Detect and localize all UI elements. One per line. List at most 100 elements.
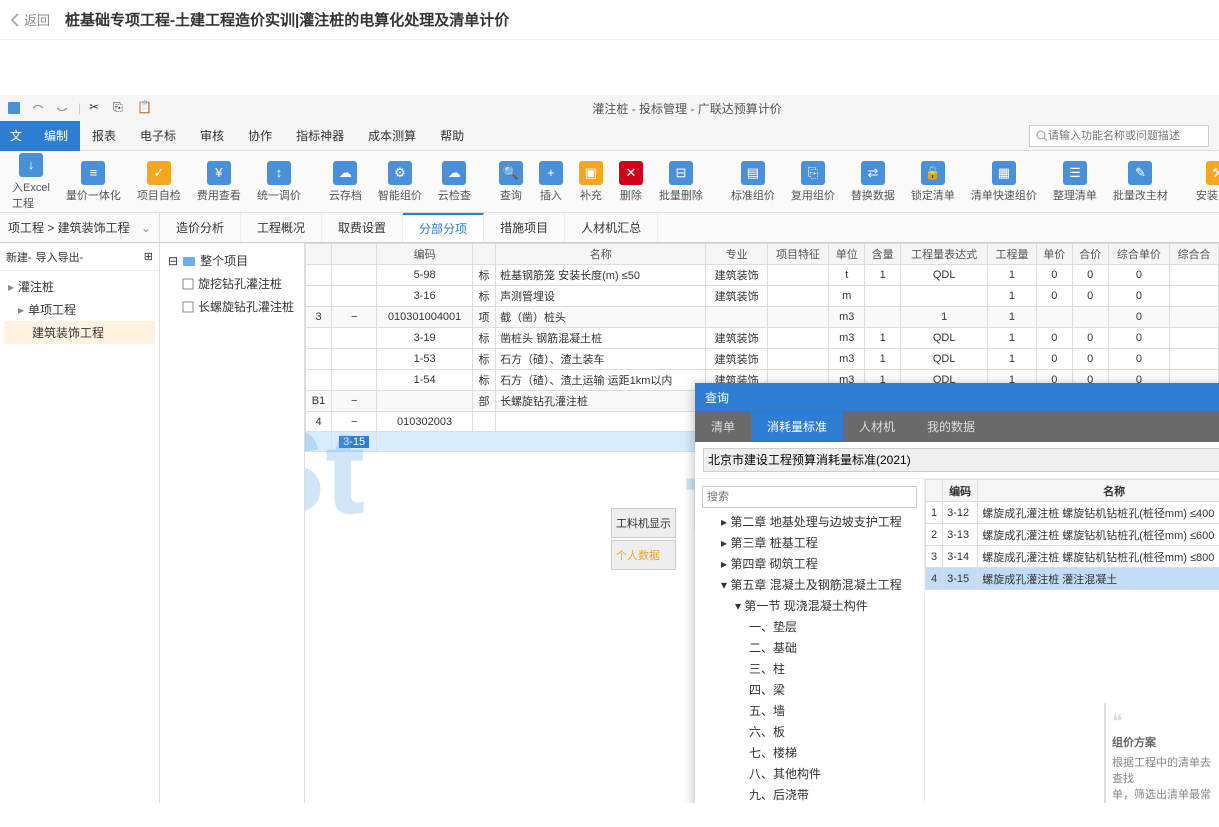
ribbon-批量改主材[interactable]: ✎批量改主材 [1107, 159, 1174, 205]
undo-icon[interactable] [30, 100, 46, 116]
col-header[interactable]: 含量 [865, 244, 901, 265]
col-header[interactable]: 合价 [1072, 244, 1108, 265]
ribbon-清单快速组价[interactable]: ▦清单快速组价 [965, 159, 1043, 205]
ribbon-整理清单[interactable]: ☰整理清单 [1047, 159, 1103, 205]
ribbon-复用组价[interactable]: ⎘复用组价 [785, 159, 841, 205]
col-header[interactable]: 工程量表达式 [901, 244, 988, 265]
ribbon-费用查看[interactable]: ¥费用查看 [191, 159, 247, 205]
result-row[interactable]: 33-14螺旋成孔灌注桩 螺旋钻机钻桩孔(桩径mm) ≤800m3建筑装饰21标… [926, 546, 1219, 568]
tab-措施项目[interactable]: 措施项目 [484, 213, 565, 242]
ribbon-删除[interactable]: ✕删除 [613, 159, 649, 205]
section-node[interactable]: 旋挖钻孔灌注桩 [166, 272, 298, 295]
table-row[interactable]: 5-98标桩基钢筋笼 安装长度(m) ≤50建筑装饰t1QDL1000 [306, 265, 1219, 286]
col-header[interactable] [332, 244, 377, 265]
col-header[interactable]: 专业 [706, 244, 767, 265]
table-row[interactable]: 1-53标石方（碴）、渣土装车建筑装饰m31QDL1000 [306, 349, 1219, 370]
ribbon-批量删除[interactable]: ⊟批量删除 [653, 159, 709, 205]
category-node[interactable]: 八、其他构件 [699, 763, 920, 784]
menu-协作[interactable]: 协作 [236, 121, 284, 151]
results-grid[interactable]: 编码名称单位专业来源13-12螺旋成孔灌注桩 螺旋钻机钻桩孔(桩径mm) ≤40… [925, 479, 1219, 590]
modal-tab-人材机[interactable]: 人材机 [843, 412, 911, 441]
menu-报表[interactable]: 报表 [80, 121, 128, 151]
col-header[interactable]: 单位 [829, 244, 865, 265]
save-icon[interactable] [6, 100, 22, 116]
side-tab-material[interactable]: 工料机显示 [611, 508, 676, 538]
col-header[interactable]: 名称 [496, 244, 706, 265]
ribbon-补充[interactable]: ▣补充 [573, 159, 609, 205]
category-node[interactable]: ▾ 第五章 混凝土及钢筋混凝土工程 [699, 574, 920, 595]
tab-人材机汇总[interactable]: 人材机汇总 [565, 213, 658, 242]
project-node[interactable]: 建筑装饰工程 [4, 321, 155, 344]
project-node[interactable]: ▸ 灌注桩 [4, 275, 155, 298]
redo-icon[interactable] [54, 100, 70, 116]
category-node[interactable]: 三、柱 [699, 658, 920, 679]
ribbon-入Excel工程[interactable]: ↓入Excel 工程 [6, 151, 56, 213]
tab-分部分项[interactable]: 分部分项 [403, 213, 484, 242]
col-header[interactable]: 综合单价 [1108, 244, 1169, 265]
section-node[interactable]: 长螺旋钻孔灌注桩 [166, 295, 298, 318]
expand-icon[interactable]: ⊞ [144, 250, 153, 263]
category-node[interactable]: 一、垫层 [699, 616, 920, 637]
back-button[interactable]: 返回 [10, 10, 50, 29]
menu-审核[interactable]: 审核 [188, 121, 236, 151]
file-menu[interactable]: 文 [0, 121, 32, 151]
ribbon-云存档[interactable]: ☁云存档 [323, 159, 368, 205]
ribbon-云检查[interactable]: ☁云检查 [432, 159, 477, 205]
ribbon-安装费用[interactable]: ⚒安装费用 [1190, 159, 1219, 205]
col-header[interactable]: 工程量 [988, 244, 1037, 265]
project-node[interactable]: ▸ 单项工程 [4, 298, 155, 321]
col-header[interactable]: 单价 [1036, 244, 1072, 265]
category-node[interactable]: 六、板 [699, 721, 920, 742]
table-row[interactable]: 3-19标凿桩头 钢筋混凝土桩建筑装饰m31QDL1000 [306, 328, 1219, 349]
search-input[interactable] [1048, 130, 1202, 142]
tab-取费设置[interactable]: 取费设置 [322, 213, 403, 242]
menu-帮助[interactable]: 帮助 [428, 121, 476, 151]
standard-dropdown[interactable]: 北京市建设工程预算消耗量标准(2021) [703, 448, 1219, 472]
ribbon-统一调价[interactable]: ↕统一调价 [251, 159, 307, 205]
breadcrumb[interactable]: 项工程 > 建筑装饰工程 ⌄ [0, 213, 160, 242]
category-node[interactable]: 二、基础 [699, 637, 920, 658]
menu-成本测算[interactable]: 成本测算 [356, 121, 428, 151]
col-header[interactable]: 编码 [377, 244, 473, 265]
table-row[interactable]: 3-16标声测管埋设建筑装饰m1000 [306, 286, 1219, 307]
function-search[interactable] [1029, 125, 1209, 147]
menu-指标神器[interactable]: 指标神器 [284, 121, 356, 151]
category-node[interactable]: 七、楼梯 [699, 742, 920, 763]
cut-icon[interactable]: ✂ [89, 100, 105, 116]
category-node[interactable]: ▸ 第三章 桩基工程 [699, 532, 920, 553]
paste-icon[interactable]: 📋 [137, 100, 153, 116]
ribbon-查询[interactable]: 🔍查询 [493, 159, 529, 205]
result-row[interactable]: 13-12螺旋成孔灌注桩 螺旋钻机钻桩孔(桩径mm) ≤400m3建筑装饰21标… [926, 502, 1219, 524]
ribbon-标准组价[interactable]: ▤标准组价 [725, 159, 781, 205]
col-header[interactable] [306, 244, 332, 265]
modal-tab-清单[interactable]: 清单 [695, 412, 751, 441]
ribbon-项目自检[interactable]: ✓项目自检 [131, 159, 187, 205]
col-header[interactable]: 项目特征 [767, 244, 828, 265]
category-node[interactable]: 四、梁 [699, 679, 920, 700]
tree-search-input[interactable] [702, 486, 917, 508]
category-node[interactable]: ▸ 第二章 地基处理与边坡支护工程 [699, 511, 920, 532]
col-header[interactable]: 综合合 [1170, 244, 1219, 265]
ribbon-智能组价[interactable]: ⚙智能组价 [372, 159, 428, 205]
tree-root[interactable]: ⊟ 整个项目 [166, 249, 298, 272]
result-row[interactable]: 23-13螺旋成孔灌注桩 螺旋钻机钻桩孔(桩径mm) ≤600m3建筑装饰21标… [926, 524, 1219, 546]
modal-tab-消耗量标准[interactable]: 消耗量标准 [751, 412, 843, 441]
modal-tab-我的数据[interactable]: 我的数据 [911, 412, 991, 441]
ribbon-插入[interactable]: +插入 [533, 159, 569, 205]
col-header[interactable] [472, 244, 495, 265]
import-export-button[interactable]: 导入导出- [36, 249, 84, 265]
table-row[interactable]: 3−010301004001项截（凿）桩头m3110 [306, 307, 1219, 328]
new-button[interactable]: 新建- [6, 249, 32, 265]
category-node[interactable]: 五、墙 [699, 700, 920, 721]
category-node[interactable]: 九、后浇带 [699, 784, 920, 803]
menu-编制[interactable]: 编制 [32, 121, 80, 151]
menu-电子标[interactable]: 电子标 [128, 121, 188, 151]
side-tab-personal[interactable]: 个人数据 [611, 540, 676, 570]
category-node[interactable]: ▸ 第四章 砌筑工程 [699, 553, 920, 574]
copy-icon[interactable]: ⎘ [113, 100, 129, 116]
category-node[interactable]: ▾ 第一节 现浇混凝土构件 [699, 595, 920, 616]
tab-工程概况[interactable]: 工程概况 [241, 213, 322, 242]
ribbon-替换数据[interactable]: ⇄替换数据 [845, 159, 901, 205]
ribbon-量价一体化[interactable]: ≡量价一体化 [60, 159, 127, 205]
ribbon-锁定清单[interactable]: 🔒锁定清单 [905, 159, 961, 205]
